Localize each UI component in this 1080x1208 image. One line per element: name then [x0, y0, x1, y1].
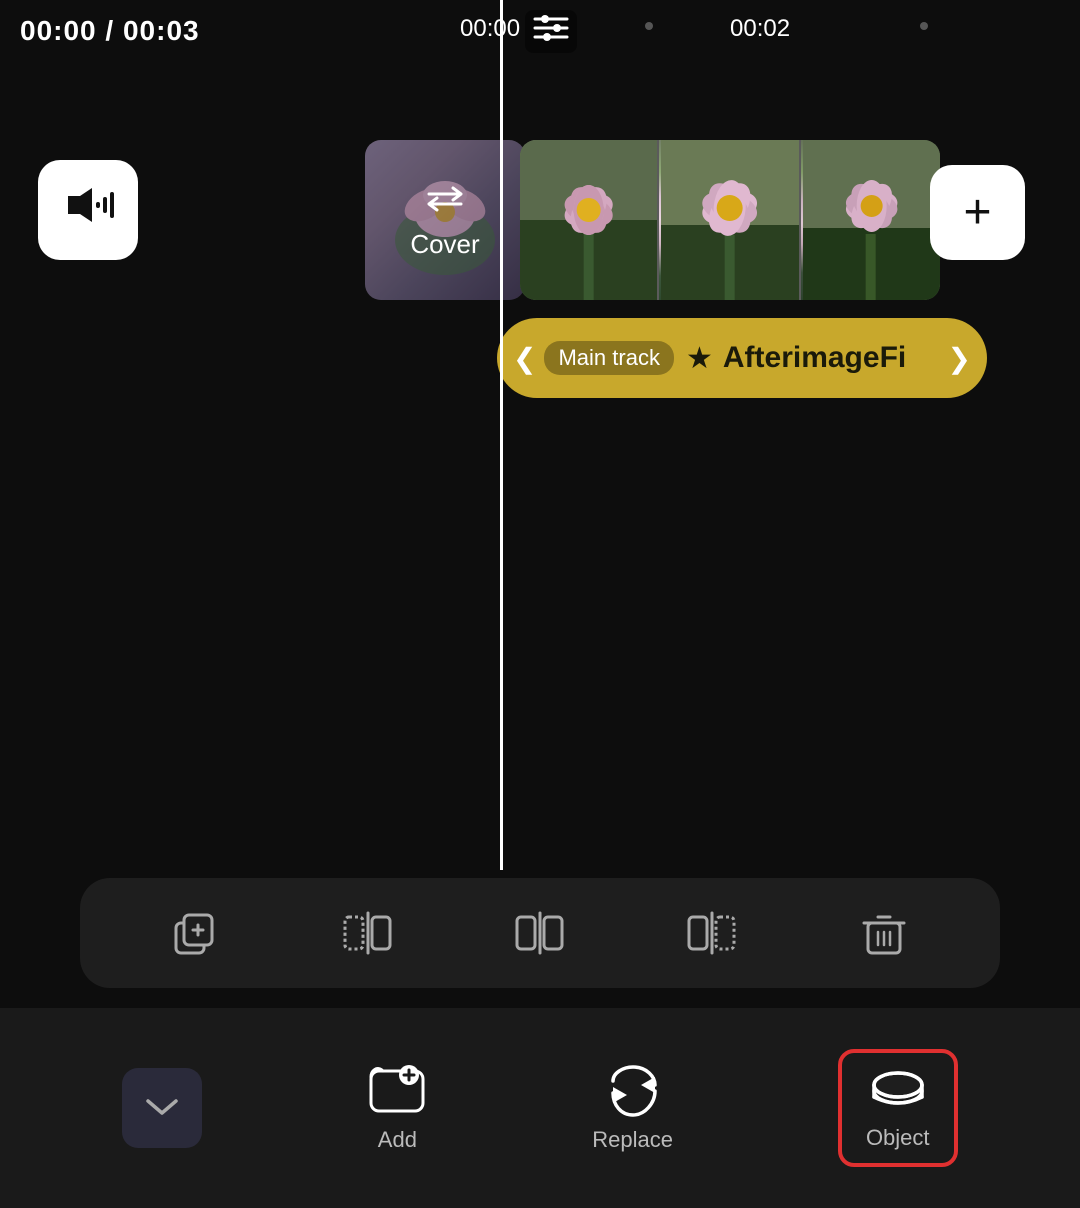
main-track-badge: Main track — [544, 341, 673, 375]
playhead[interactable] — [500, 0, 503, 870]
add-button[interactable]: + — [930, 165, 1025, 260]
toolbar-split-left-btn[interactable] — [323, 893, 413, 973]
split-mid-icon — [513, 907, 568, 959]
action-replace-btn[interactable]: Replace — [592, 1063, 673, 1153]
total-time-value: 00:03 — [123, 15, 200, 46]
toolbar-split-mid-btn[interactable] — [495, 893, 585, 973]
replace-action-label: Replace — [592, 1127, 673, 1153]
collapse-icon — [144, 1090, 180, 1127]
duplicate-icon — [170, 907, 222, 959]
split-left-icon — [341, 907, 396, 959]
volume-icon — [62, 184, 114, 236]
toolbar-delete-btn[interactable] — [839, 893, 929, 973]
object-action-label: Object — [866, 1125, 930, 1151]
timeline-dot-1 — [645, 22, 653, 30]
track-name: AfterimageFi — [723, 341, 906, 375]
cover-swap-icon — [425, 181, 465, 223]
add-action-icon — [367, 1063, 427, 1119]
add-action-label: Add — [378, 1127, 417, 1153]
time-current: 00:00 / 00:03 — [20, 15, 200, 47]
video-frame-3 — [801, 140, 940, 300]
toolbar-duplicate-btn[interactable] — [151, 893, 241, 973]
flower-frame-1-svg — [520, 140, 657, 300]
volume-button[interactable] — [38, 160, 138, 260]
video-frame-2 — [659, 140, 798, 300]
track-star-icon: ★ — [686, 341, 713, 376]
time-marker-00: 00:00 — [460, 15, 520, 43]
flower-frame-2-svg — [661, 140, 798, 300]
cover-label: Cover — [410, 229, 479, 260]
track-info: Main track ★ AfterimageFi — [544, 341, 939, 376]
bottom-toolbar — [80, 878, 1000, 988]
video-strip[interactable] — [520, 140, 940, 300]
replace-icon — [603, 1063, 663, 1119]
action-object-btn[interactable]: Object — [838, 1049, 958, 1167]
collapse-button[interactable] — [122, 1068, 202, 1148]
action-add-btn[interactable]: Add — [367, 1063, 427, 1153]
time-marker-02: 00:02 — [730, 15, 790, 43]
video-frame-1 — [520, 140, 657, 300]
timeline-dot-2 — [920, 22, 928, 30]
object-icon — [868, 1065, 928, 1117]
add-icon: + — [963, 189, 991, 237]
strip-settings-icon[interactable] — [525, 10, 577, 53]
main-track-bar[interactable]: ❮ Main track ★ AfterimageFi ❯ — [497, 318, 987, 398]
flower-frame-3-svg — [803, 140, 940, 300]
track-scroll-right[interactable]: ❯ — [948, 342, 971, 375]
bottom-action-bar: Add Replace Object — [0, 1008, 1080, 1208]
track-scroll-left[interactable]: ❮ — [513, 342, 536, 375]
delete-icon — [858, 907, 910, 959]
split-right-icon — [685, 907, 740, 959]
current-time-value: 00:00 — [20, 15, 97, 46]
toolbar-split-right-btn[interactable] — [667, 893, 757, 973]
